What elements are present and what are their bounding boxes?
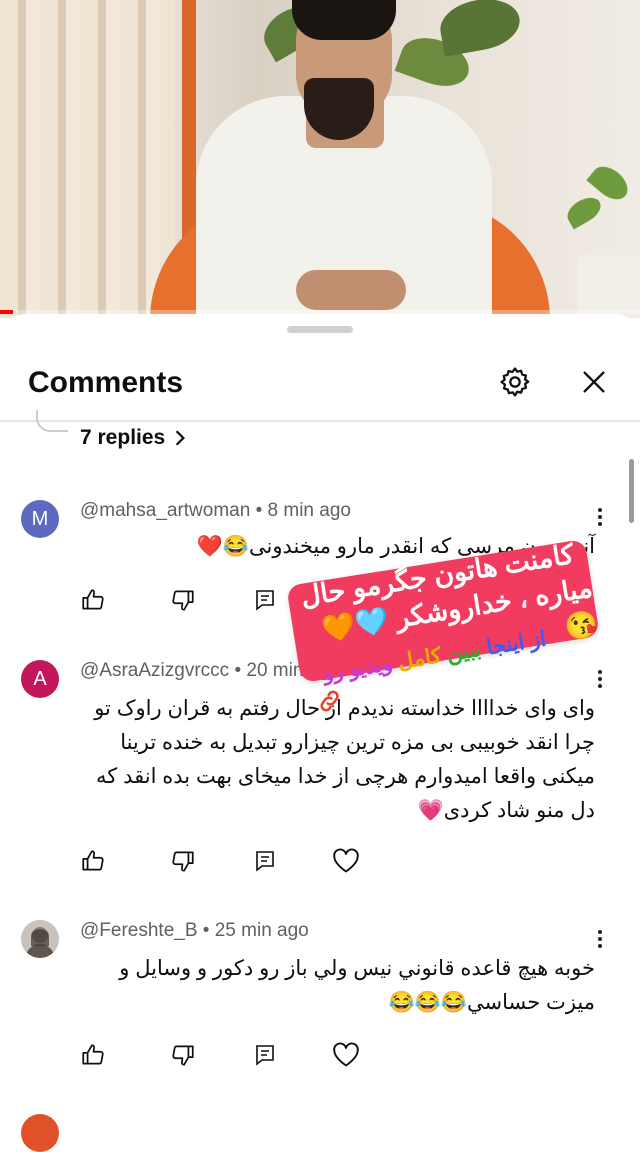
link-icon <box>315 686 346 721</box>
caption-word: ببین <box>445 637 483 666</box>
like-button[interactable] <box>76 583 110 617</box>
meta-separator: • <box>255 500 268 521</box>
video-progress-fill <box>0 310 13 314</box>
video-plant-pot <box>578 255 640 315</box>
reply-button[interactable] <box>248 1038 282 1072</box>
more-vertical-icon-dot <box>598 684 602 688</box>
heart-button[interactable] <box>329 844 363 878</box>
meta-separator: • <box>234 660 247 681</box>
comments-panel: Comments 7 replies M @mahsa_artwoman • 8… <box>0 314 640 1136</box>
thumbs-up-icon <box>82 589 104 610</box>
video-plant-leaf <box>436 0 524 57</box>
comment-actions <box>76 844 366 878</box>
reply-icon <box>256 1045 274 1066</box>
thumbs-down-icon <box>172 590 194 611</box>
comment-author[interactable]: @mahsa_artwoman <box>80 500 250 521</box>
video-background-curtain <box>0 0 175 318</box>
close-button[interactable] <box>574 362 614 402</box>
more-vertical-icon <box>598 670 602 674</box>
thumbs-up-icon <box>82 850 104 871</box>
comment-more-button[interactable] <box>590 664 610 694</box>
thread-line <box>36 410 68 432</box>
comment-actions <box>76 583 306 617</box>
avatar[interactable]: A <box>21 660 59 698</box>
video-person-hands <box>296 270 406 310</box>
dislike-button[interactable] <box>166 844 200 878</box>
comment-meta: @mahsa_artwoman • 8 min ago <box>80 500 351 522</box>
header-divider <box>0 420 640 422</box>
more-vertical-icon-dot <box>598 522 602 526</box>
dislike-button[interactable] <box>166 583 200 617</box>
more-vertical-icon-dot <box>598 515 602 519</box>
video-background-door <box>182 0 196 250</box>
more-vertical-icon-dot <box>598 937 602 941</box>
close-icon <box>583 371 605 393</box>
video-person-hair <box>292 0 396 40</box>
video-plant-leaf <box>562 192 606 230</box>
more-vertical-icon-dot <box>598 677 602 681</box>
comment-actions <box>76 1038 366 1072</box>
reply-button[interactable] <box>248 844 282 878</box>
like-button[interactable] <box>76 844 110 878</box>
comment-text: خوبه هیچ قاعده قانوني نيس ولي باز رو دکو… <box>119 957 595 1014</box>
video-player[interactable] <box>0 0 640 318</box>
avatar-letter: M <box>31 507 49 530</box>
avatar-photo-icon <box>21 920 59 958</box>
thumbs-up-icon <box>82 1044 104 1065</box>
reply-icon <box>256 851 274 872</box>
comment-time: 8 min ago <box>267 500 351 521</box>
heart-button[interactable] <box>329 1038 363 1072</box>
thumbs-down-icon <box>172 1045 194 1066</box>
drag-handle[interactable] <box>287 326 353 333</box>
heart-icon <box>333 848 359 873</box>
avatar[interactable] <box>21 920 59 958</box>
meta-separator: • <box>202 920 215 941</box>
comment-meta: @Fereshte_B • 25 min ago <box>80 920 309 942</box>
comment-author[interactable]: @AsraAzizgvrccc <box>80 660 229 681</box>
panel-title: Comments <box>28 366 184 399</box>
more-vertical-icon-dot <box>598 944 602 948</box>
chevron-right-icon <box>176 430 186 446</box>
avatar[interactable] <box>21 1114 59 1152</box>
avatar-letter: A <box>33 667 47 690</box>
replies-label: 7 replies <box>80 426 166 449</box>
more-vertical-icon <box>598 930 602 934</box>
view-replies-button[interactable]: 7 replies <box>80 426 187 450</box>
scrollbar[interactable] <box>629 459 634 523</box>
comment-author[interactable]: @Fereshte_B <box>80 920 198 941</box>
comment-time: 25 min ago <box>214 920 309 941</box>
reply-icon <box>256 590 274 611</box>
comment-more-button[interactable] <box>590 924 610 954</box>
avatar[interactable]: M <box>21 500 59 538</box>
dislike-button[interactable] <box>166 1038 200 1072</box>
reply-button[interactable] <box>248 583 282 617</box>
like-button[interactable] <box>76 1038 110 1072</box>
gear-icon <box>500 367 530 397</box>
thumbs-down-icon <box>172 851 194 872</box>
more-vertical-icon <box>598 508 602 512</box>
settings-button[interactable] <box>495 362 535 402</box>
heart-icon <box>333 1042 359 1067</box>
comment-more-button[interactable] <box>590 502 610 532</box>
